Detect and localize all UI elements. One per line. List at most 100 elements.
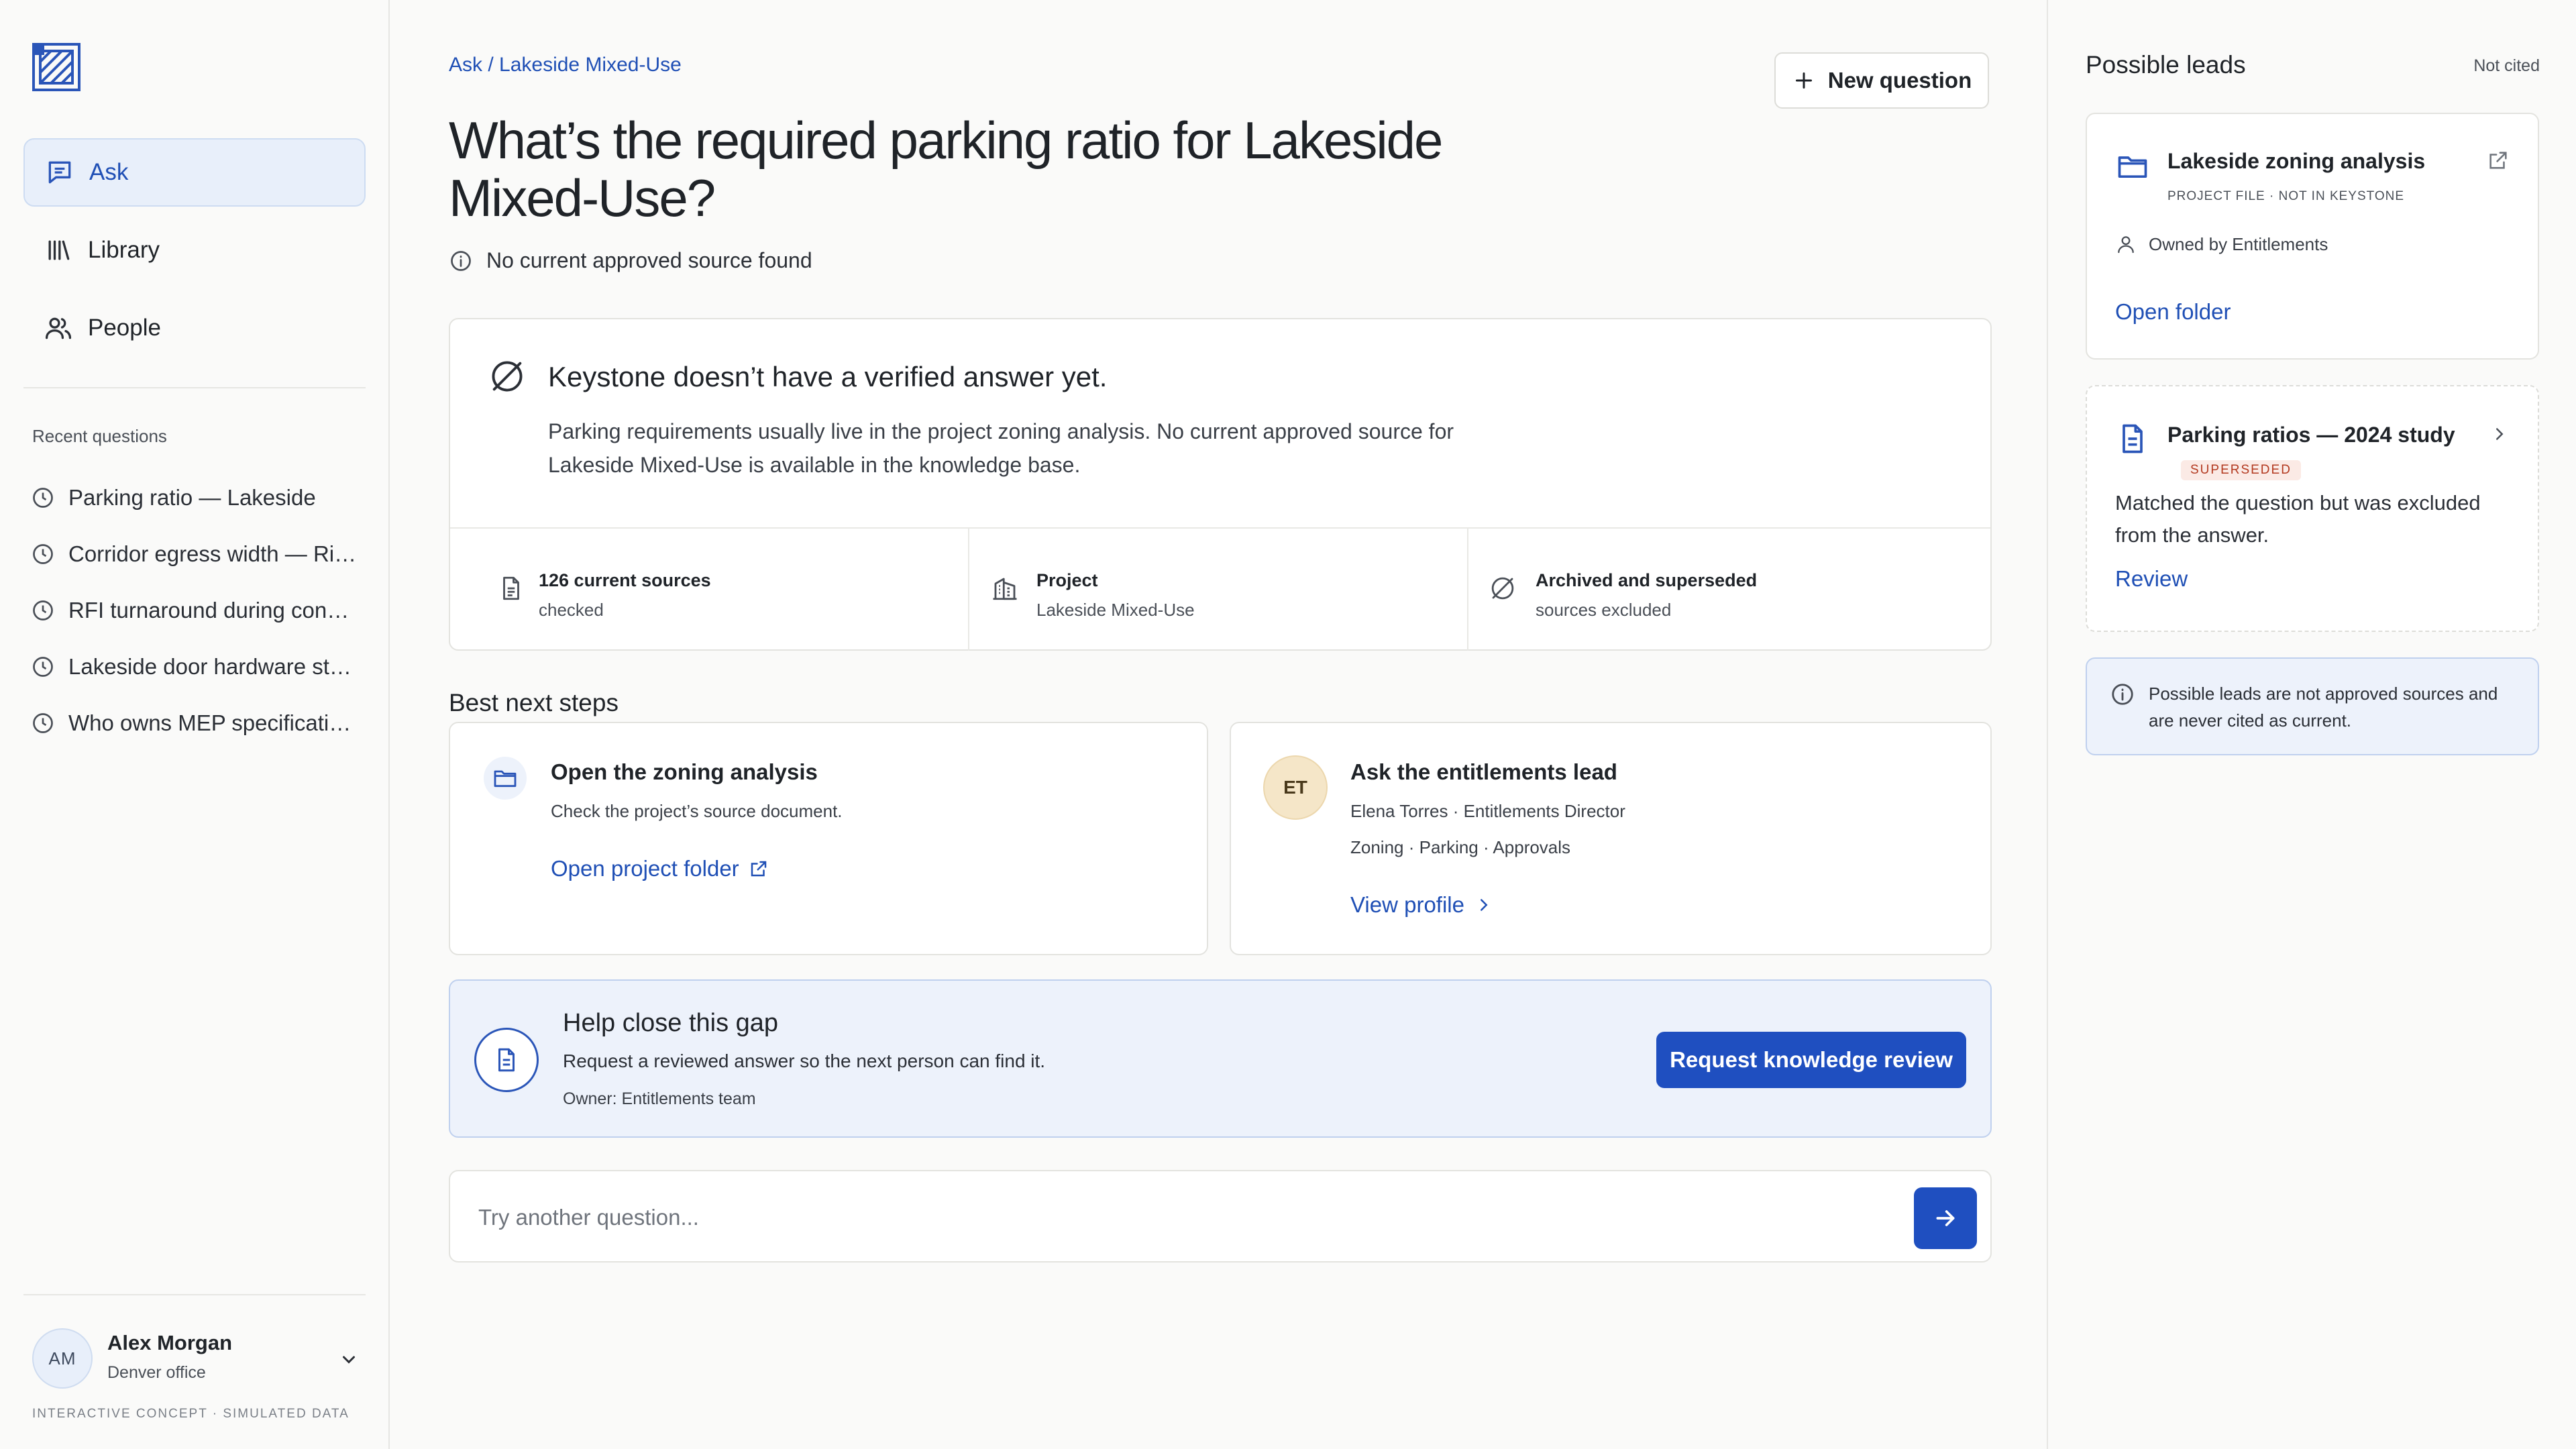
chevron-right-icon[interactable] — [2489, 424, 2510, 444]
arrow-right-icon — [1936, 1210, 1955, 1226]
folder-icon — [494, 770, 517, 788]
footnote: INTERACTIVE CONCEPT · SIMULATED DATA — [32, 1407, 350, 1421]
library-icon — [48, 240, 70, 260]
close-gap-card: Help close this gap Request a reviewed a… — [449, 979, 1992, 1138]
clock-icon — [33, 713, 53, 733]
link-label: Open project folder — [551, 856, 739, 881]
recent-question-label: Who owns MEP specificatio… — [68, 710, 357, 735]
possible-leads-panel: Possible leads Not cited Lakeside zoning… — [2047, 0, 2576, 1449]
recent-question-item[interactable]: Corridor egress width — Riv… — [31, 526, 366, 582]
question-input[interactable] — [477, 1191, 1862, 1244]
recent-question-item[interactable]: RFI turnaround during const… — [31, 582, 366, 639]
gap-title: Help close this gap — [563, 1009, 779, 1037]
stat-title: Project — [1036, 570, 1098, 590]
nav-item-people[interactable]: People — [23, 294, 366, 362]
step-card-zoning: Open the zoning analysis Check the proje… — [449, 722, 1208, 955]
clock-icon — [33, 488, 53, 508]
recent-question-item[interactable]: Lakeside door hardware sta… — [31, 639, 366, 695]
clock-icon — [33, 600, 53, 621]
open-project-folder-link[interactable]: Open project folder — [551, 856, 769, 881]
document-icon — [2123, 424, 2143, 453]
lead-owner-text: Owned by Entitlements — [2149, 233, 2328, 254]
status-line: No current approved source found — [449, 248, 812, 273]
recent-question-label: Parking ratio — Lakeside — [68, 485, 316, 510]
nav-item-library[interactable]: Library — [23, 216, 366, 284]
gap-owner: Owner: Entitlements team — [563, 1089, 756, 1108]
new-question-button[interactable]: New question — [1774, 52, 1989, 109]
answer-title: Keystone doesn’t have a verified answer … — [548, 361, 1108, 392]
review-link[interactable]: Review — [2115, 566, 2188, 592]
people-icon — [45, 317, 72, 339]
send-button[interactable] — [1914, 1187, 1977, 1249]
recent-question-item[interactable]: Parking ratio — Lakeside — [31, 470, 366, 526]
page-title: What’s the required parking ratio for La… — [449, 111, 1443, 227]
person-role: Elena Torres · Entitlements Director — [1350, 801, 1625, 821]
step-title: Open the zoning analysis — [551, 759, 818, 784]
clock-icon — [33, 657, 53, 677]
excluded-icon — [1491, 577, 1514, 600]
answer-body: Parking requirements usually live in the… — [548, 419, 1454, 477]
leads-note: Possible leads are not approved sources … — [2086, 657, 2539, 755]
lead-title: Parking ratios — 2024 study — [2167, 423, 2455, 447]
recent-questions-heading: Recent questions — [32, 426, 167, 446]
nav-label-people: People — [88, 315, 161, 341]
user-menu[interactable]: AM Alex Morgan Denver office — [32, 1328, 361, 1390]
external-link-icon — [751, 861, 766, 877]
building-icon — [993, 578, 1017, 600]
step-card-entitlements: ET Ask the entitlements lead Elena Torre… — [1230, 722, 1992, 955]
stat-subtitle: checked — [539, 600, 604, 620]
step-title: Ask the entitlements lead — [1350, 759, 1617, 784]
view-profile-link[interactable]: View profile — [1350, 892, 1494, 918]
request-knowledge-review-button[interactable]: Request knowledge review — [1656, 1032, 1966, 1088]
lead-title: Lakeside zoning analysis — [2167, 149, 2426, 173]
open-folder-link[interactable]: Open folder — [2115, 299, 2231, 325]
plus-icon — [1795, 72, 1812, 89]
folder-icon — [2118, 156, 2147, 178]
stat-excluded: Archived and superseded sources excluded — [1467, 527, 1992, 651]
main-content: Ask / Lakeside Mixed-Use New question Wh… — [390, 0, 2047, 1449]
nav-label-library: Library — [88, 237, 160, 263]
step-subtitle: Check the project’s source document. — [551, 801, 843, 821]
gap-subtitle: Request a reviewed answer so the next pe… — [563, 1051, 1046, 1071]
answer-card: Keystone doesn’t have a verified answer … — [449, 318, 1992, 651]
document-icon — [498, 1048, 515, 1072]
chat-icon — [48, 161, 71, 184]
sidebar: Ask Library People Recent questions Park… — [0, 0, 390, 1449]
note-text: Possible leads are not approved sources … — [2149, 684, 2498, 731]
nav-label-ask: Ask — [89, 159, 129, 185]
sidebar-divider — [23, 1294, 366, 1295]
person-tags: Zoning · Parking · Approvals — [1350, 837, 1571, 857]
avatar: ET — [1263, 755, 1328, 820]
recent-question-item[interactable]: Who owns MEP specificatio… — [31, 695, 366, 751]
main-nav: Ask Library People — [23, 138, 366, 372]
ask-box — [449, 1170, 1992, 1263]
nav-item-ask[interactable]: Ask — [23, 138, 366, 207]
info-icon — [451, 250, 471, 271]
stat-subtitle: Lakeside Mixed-Use — [1036, 600, 1195, 620]
lead-meta: PROJECT FILE · NOT IN KEYSTONE — [2167, 189, 2405, 203]
external-link-icon[interactable] — [2487, 149, 2510, 172]
lead-card-parking-study: Parking ratios — 2024 study SUPERSEDED M… — [2086, 385, 2539, 632]
keystone-logo-icon[interactable] — [31, 42, 82, 93]
folder-icon-badge — [484, 757, 527, 800]
recent-question-label: Corridor egress width — Riv… — [68, 541, 357, 566]
link-label: View profile — [1350, 892, 1464, 917]
stat-project: Project Lakeside Mixed-Use — [968, 527, 1468, 651]
status-badge: SUPERSEDED — [2181, 460, 2301, 480]
stat-title: Archived and superseded — [1536, 570, 1758, 590]
user-name: Alex Morgan — [107, 1331, 233, 1354]
breadcrumb[interactable]: Ask / Lakeside Mixed-Use — [449, 54, 682, 76]
sidebar-divider — [23, 387, 366, 388]
lead-owner: Owned by Entitlements — [2115, 233, 2328, 255]
status-text: No current approved source found — [486, 248, 812, 272]
document-icon — [503, 576, 519, 600]
document-icon-badge — [474, 1028, 539, 1092]
clock-icon — [33, 544, 53, 564]
app-window: Ask Library People Recent questions Park… — [0, 0, 2576, 1449]
user-office: Denver office — [107, 1363, 206, 1382]
panel-title: Possible leads — [2086, 51, 2246, 78]
no-answer-icon — [492, 361, 523, 392]
lead-card-zoning: Lakeside zoning analysis PROJECT FILE · … — [2086, 113, 2539, 360]
chevron-down-icon[interactable] — [337, 1347, 361, 1371]
stat-subtitle: sources excluded — [1536, 600, 1672, 620]
